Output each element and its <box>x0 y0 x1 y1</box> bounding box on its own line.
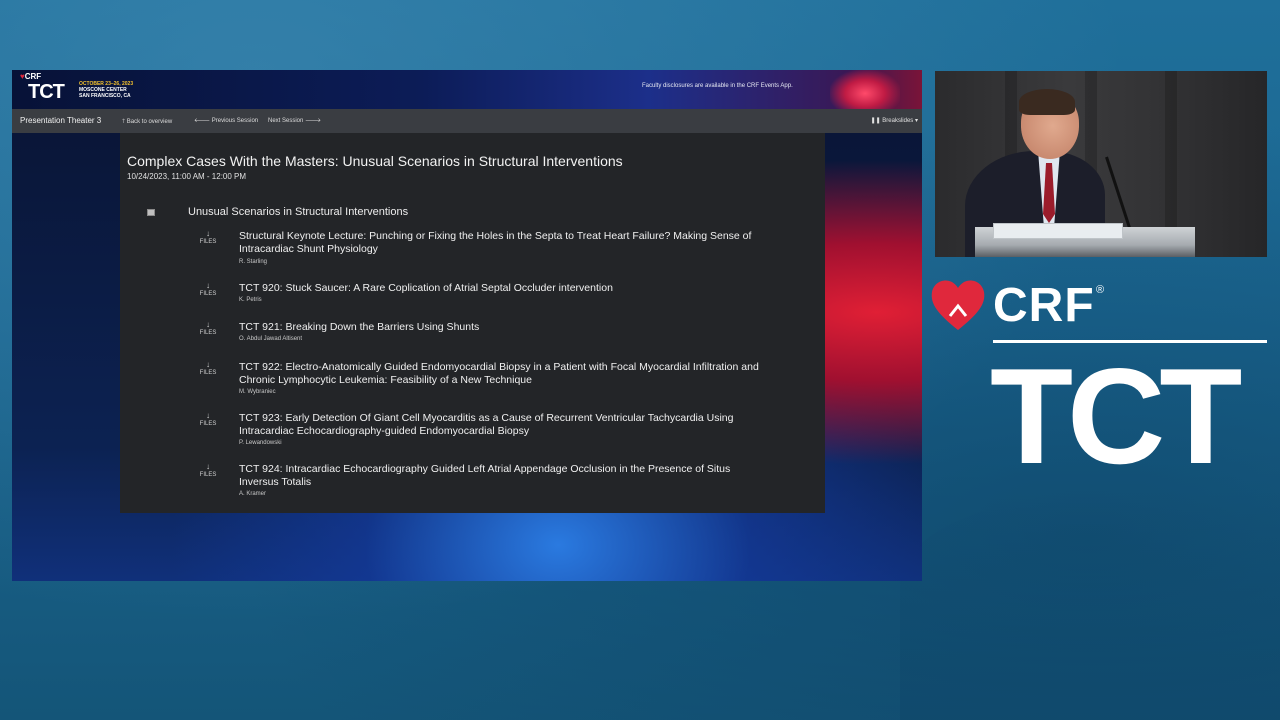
talk-title[interactable]: TCT 923: Early Detection Of Giant Cell M… <box>239 412 759 438</box>
files-download[interactable]: ↓ FILES <box>188 412 228 428</box>
presentation-slide: ♥CRF TCT OCTOBER 23–26, 2023 MOSCONE CEN… <box>12 70 922 581</box>
crf-wordmark: CRF <box>993 279 1095 332</box>
crf-heart-logo-icon <box>931 280 985 330</box>
talk-title[interactable]: TCT 924: Intracardiac Echocardiography G… <box>239 463 759 489</box>
breakslides-dropdown[interactable]: ❚❚ Breakslides ▾ <box>871 117 918 124</box>
back-to-overview-link[interactable]: 🡑 Back to overview <box>122 117 172 127</box>
talk-speaker: O. Abdul Jawad Altisent <box>239 336 303 342</box>
talk-title[interactable]: TCT 921: Breaking Down the Barriers Usin… <box>239 321 759 334</box>
session-card: Complex Cases With the Masters: Unusual … <box>120 133 825 513</box>
event-info: OCTOBER 23–26, 2023 MOSCONE CENTER SAN F… <box>79 81 133 99</box>
event-city: SAN FRANCISCO, CA <box>79 93 131 99</box>
arrow-right-icon: 🡒 <box>305 118 322 124</box>
talk-speaker: R. Starling <box>239 259 268 265</box>
pause-icon: ❚❚ <box>870 118 881 124</box>
previous-label: Previous Session <box>211 118 259 124</box>
caret-down-icon: ▾ <box>914 118 918 124</box>
arrow-down-icon: ↓ <box>206 411 210 420</box>
files-label: FILES <box>199 472 217 478</box>
banner-crf-text: CRF <box>24 72 42 81</box>
arrow-down-icon: ↓ <box>206 462 210 471</box>
session-time: 10/24/2023, 11:00 AM - 12:00 PM <box>127 172 247 181</box>
group-title: Unusual Scenarios in Structural Interven… <box>188 206 409 218</box>
previous-session-link[interactable]: 🡐 Previous Session <box>194 117 258 124</box>
talk-speaker: A. Kramer <box>239 491 267 497</box>
arrow-left-icon: 🡐 <box>194 118 211 124</box>
heart-artwork <box>830 70 900 109</box>
files-label: FILES <box>199 370 217 376</box>
session-title: Complex Cases With the Masters: Unusual … <box>127 153 623 169</box>
arrow-up-icon: 🡑 <box>122 119 126 125</box>
files-download[interactable]: ↓ FILES <box>188 230 228 246</box>
laptop <box>993 223 1123 239</box>
back-label: Back to overview <box>126 119 173 125</box>
talk-title[interactable]: Structural Keynote Lecture: Punching or … <box>239 230 759 256</box>
slide-body: Complex Cases With the Masters: Unusual … <box>12 133 922 581</box>
arrow-down-icon: ↓ <box>206 229 210 238</box>
talk-speaker: M. Wybraniec <box>239 389 276 395</box>
talk-title[interactable]: TCT 920: Stuck Saucer: A Rare Coplicatio… <box>239 282 759 295</box>
background-hill <box>900 490 1280 720</box>
tct-logo: ♥CRF TCT <box>20 72 76 106</box>
files-label: FILES <box>199 291 217 297</box>
session-navbar: Presentation Theater 3 🡑 Back to overvie… <box>12 109 922 133</box>
files-label: FILES <box>199 421 217 427</box>
next-label: Next Session <box>268 118 304 124</box>
breakslides-label: Breakslides <box>882 118 914 124</box>
files-download[interactable]: ↓ FILES <box>188 463 228 479</box>
speaker-hair <box>1019 89 1075 115</box>
microphone <box>1105 156 1133 234</box>
collapse-square-icon[interactable] <box>147 209 155 216</box>
talk-speaker: K. Petris <box>239 297 262 303</box>
files-download[interactable]: ↓ FILES <box>188 361 228 377</box>
room-name: Presentation Theater 3 <box>20 116 102 125</box>
next-session-link[interactable]: Next Session 🡒 <box>268 117 321 124</box>
files-download[interactable]: ↓ FILES <box>188 282 228 298</box>
files-label: FILES <box>199 239 217 245</box>
arrow-down-icon: ↓ <box>206 360 210 369</box>
event-banner: ♥CRF TCT OCTOBER 23–26, 2023 MOSCONE CEN… <box>12 70 922 109</box>
speaker-video <box>935 71 1267 257</box>
tct-wordmark: TCT <box>990 340 1242 492</box>
registered-mark: ® <box>1096 284 1105 296</box>
files-download[interactable]: ↓ FILES <box>188 321 228 337</box>
files-label: FILES <box>199 330 217 336</box>
talk-speaker: P. Lewandowski <box>239 440 282 446</box>
disclosure-notice: Faculty disclosures are available in the… <box>642 83 793 89</box>
arrow-down-icon: ↓ <box>206 281 210 290</box>
banner-tct-text: TCT <box>28 81 65 103</box>
talk-title[interactable]: TCT 922: Electro-Anatomically Guided End… <box>239 361 759 387</box>
arrow-down-icon: ↓ <box>206 320 210 329</box>
